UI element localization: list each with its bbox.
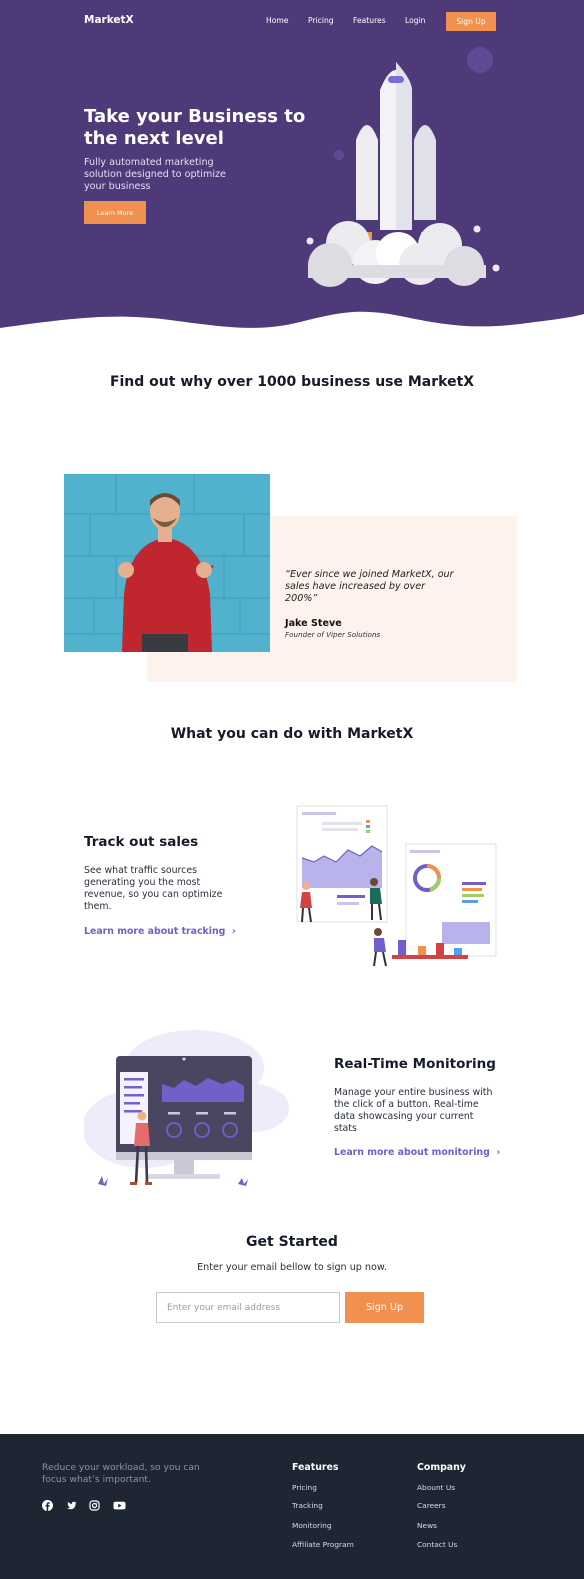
learn-more-monitoring-label: Learn more about monitoring [334,1147,490,1158]
feature-tracking-title: Track out sales [84,834,199,850]
chevron-right-icon: › [493,1147,501,1158]
feature-monitoring-title: Real-Time Monitoring [334,1056,496,1072]
testimonial-name: Jake Steve [285,618,342,629]
features-title: What you can do with MarketX [170,726,414,742]
testimonial-photo [64,474,270,652]
testimonial-role: Founder of Viper Solutions [285,630,381,639]
chevron-right-icon: › [228,926,236,937]
rocket-illustration [306,47,500,287]
nav-login[interactable]: Login [405,16,426,25]
feature-tracking-description: See what traffic sources generating you … [84,865,223,912]
twitter-icon[interactable] [66,1500,77,1511]
footer-link-affiliate-program[interactable]: Affiliate Program [292,1540,354,1549]
footer-link-tracking[interactable]: Tracking [292,1501,323,1510]
learn-more-monitoring-link[interactable]: Learn more about monitoring › [334,1147,500,1158]
hero-subtitle: Fully automated marketing solution desig… [84,157,226,192]
monitoring-illustration [84,1030,289,1186]
hero-wave-divider [0,311,584,345]
footer-company-heading: Company [417,1462,466,1473]
footer-link-careers[interactable]: Careers [417,1501,446,1510]
learn-more-tracking-label: Learn more about tracking [84,926,226,937]
brand-logo[interactable]: MarketX [84,14,134,26]
sales-dashboard-illustration [296,805,497,967]
footer-link-news[interactable]: News [417,1521,437,1530]
instagram-icon[interactable] [89,1500,100,1511]
footer-tagline: Reduce your workload, so you can focus w… [42,1462,200,1485]
nav-signup-button[interactable]: Sign Up [446,12,496,31]
nav-features[interactable]: Features [353,16,386,25]
get-started-subtitle: Enter your email bellow to sign up now. [197,1262,387,1273]
facebook-icon[interactable] [42,1500,53,1511]
learn-more-button[interactable]: Learn More [84,201,146,224]
signup-button[interactable]: Sign Up [345,1292,424,1323]
footer-link-contact-us[interactable]: Contact Us [417,1540,457,1549]
feature-monitoring-description: Manage your entire business with the cli… [334,1087,493,1134]
footer-features-heading: Features [292,1462,339,1473]
hero-title: Take your Business to the next level [84,106,306,149]
footer: Reduce your workload, so you can focus w… [0,1434,584,1579]
youtube-icon[interactable] [113,1500,126,1511]
email-field[interactable] [156,1292,340,1323]
footer-link-monitoring[interactable]: Monitoring [292,1521,332,1530]
hero-section: MarketX Home Pricing Features Login Sign… [0,0,584,345]
nav-home[interactable]: Home [266,16,288,25]
learn-more-tracking-link[interactable]: Learn more about tracking › [84,926,236,937]
testimonial-quote: “Ever since we joined MarketX, our sales… [285,569,454,604]
footer-link-about-us[interactable]: Abount Us [417,1483,455,1492]
nav-pricing[interactable]: Pricing [308,16,334,25]
footer-link-pricing[interactable]: Pricing [292,1483,317,1492]
get-started-title: Get Started [246,1234,338,1250]
intro-title: Find out why over 1000 business use Mark… [109,374,475,390]
